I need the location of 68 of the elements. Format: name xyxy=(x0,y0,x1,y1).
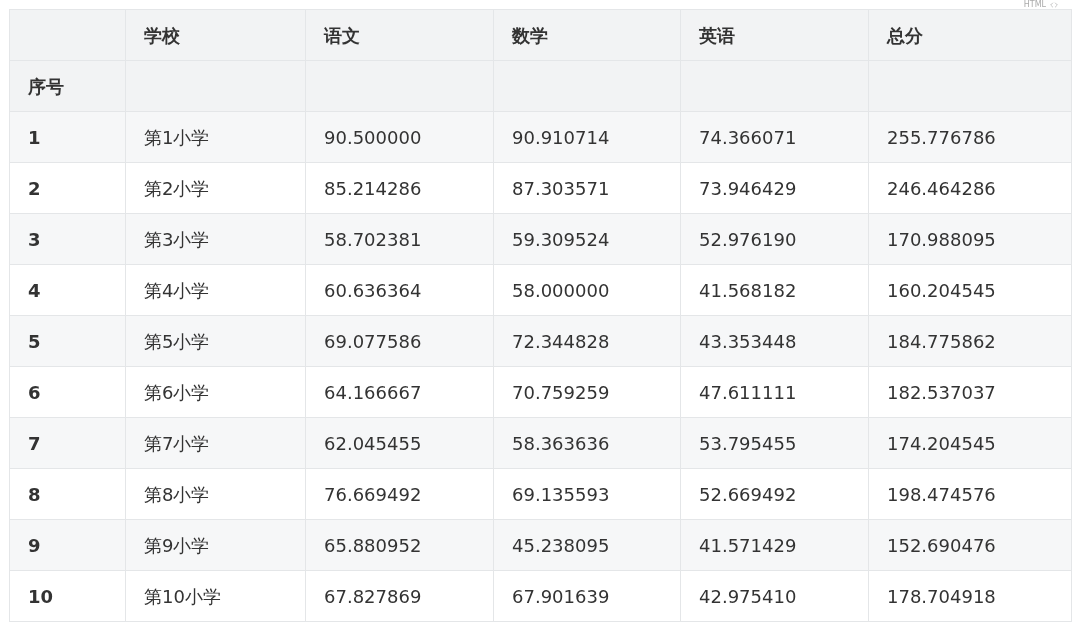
table-cell: 58.000000 xyxy=(493,264,681,316)
column-header: 总分 xyxy=(868,9,1072,61)
column-header: 数学 xyxy=(493,9,681,61)
table-cell: 69.077586 xyxy=(305,315,494,367)
table-cell: 53.795455 xyxy=(680,417,869,469)
table-cell: 246.464286 xyxy=(868,162,1072,214)
table-cell: 第6小学 xyxy=(125,366,306,418)
table-cell: 第2小学 xyxy=(125,162,306,214)
table-cell: 58.363636 xyxy=(493,417,681,469)
column-header: 学校 xyxy=(125,9,306,61)
table-cell: 43.353448 xyxy=(680,315,869,367)
table-cell: 52.976190 xyxy=(680,213,869,265)
table-cell: 182.537037 xyxy=(868,366,1072,418)
row-index: 10 xyxy=(9,570,126,622)
table-cell: 60.636364 xyxy=(305,264,494,316)
table-cell: 160.204545 xyxy=(868,264,1072,316)
table-cell: 67.827869 xyxy=(305,570,494,622)
table-cell: 74.366071 xyxy=(680,111,869,163)
table-cell: 69.135593 xyxy=(493,468,681,520)
table-cell: 47.611111 xyxy=(680,366,869,418)
badge-label: HTML xyxy=(1023,0,1046,9)
row-index: 6 xyxy=(9,366,126,418)
table-cell: 85.214286 xyxy=(305,162,494,214)
table-cell: 184.775862 xyxy=(868,315,1072,367)
row-index: 7 xyxy=(9,417,126,469)
table-cell: 62.045455 xyxy=(305,417,494,469)
table-cell: 第3小学 xyxy=(125,213,306,265)
column-header: 语文 xyxy=(305,9,494,61)
table-cell: 第7小学 xyxy=(125,417,306,469)
table-cell: 59.309524 xyxy=(493,213,681,265)
row-index: 4 xyxy=(9,264,126,316)
table-cell: 90.500000 xyxy=(305,111,494,163)
table-cell: 70.759259 xyxy=(493,366,681,418)
table-cell: 第4小学 xyxy=(125,264,306,316)
table-cell: 41.571429 xyxy=(680,519,869,571)
table-cell: 170.988095 xyxy=(868,213,1072,265)
table-cell: 72.344828 xyxy=(493,315,681,367)
row-index: 3 xyxy=(9,213,126,265)
table-cell: 73.946429 xyxy=(680,162,869,214)
table-cell: 58.702381 xyxy=(305,213,494,265)
column-header: 英语 xyxy=(680,9,869,61)
table-cell: 42.975410 xyxy=(680,570,869,622)
table-cell: 45.238095 xyxy=(493,519,681,571)
table-cell: 76.669492 xyxy=(305,468,494,520)
row-index: 5 xyxy=(9,315,126,367)
table-cell: 52.669492 xyxy=(680,468,869,520)
table-cell: 第8小学 xyxy=(125,468,306,520)
code-icon xyxy=(1050,0,1058,9)
row-index: 8 xyxy=(9,468,126,520)
table-cell: 255.776786 xyxy=(868,111,1072,163)
table-cell: 90.910714 xyxy=(493,111,681,163)
table-cell: 174.204545 xyxy=(868,417,1072,469)
table-cell: 67.901639 xyxy=(493,570,681,622)
row-index: 1 xyxy=(9,111,126,163)
table-cell: 152.690476 xyxy=(868,519,1072,571)
table-cell: 65.880952 xyxy=(305,519,494,571)
row-index: 9 xyxy=(9,519,126,571)
table-cell: 178.704918 xyxy=(868,570,1072,622)
table-cell: 64.166667 xyxy=(305,366,494,418)
row-index: 2 xyxy=(9,162,126,214)
table-cell: 41.568182 xyxy=(680,264,869,316)
table-cell: 第1小学 xyxy=(125,111,306,163)
index-header: 序号 xyxy=(9,60,126,112)
table-cell: 第5小学 xyxy=(125,315,306,367)
table-cell: 第9小学 xyxy=(125,519,306,571)
table-cell: 198.474576 xyxy=(868,468,1072,520)
table-cell: 第10小学 xyxy=(125,570,306,622)
table-cell: 87.303571 xyxy=(493,162,681,214)
